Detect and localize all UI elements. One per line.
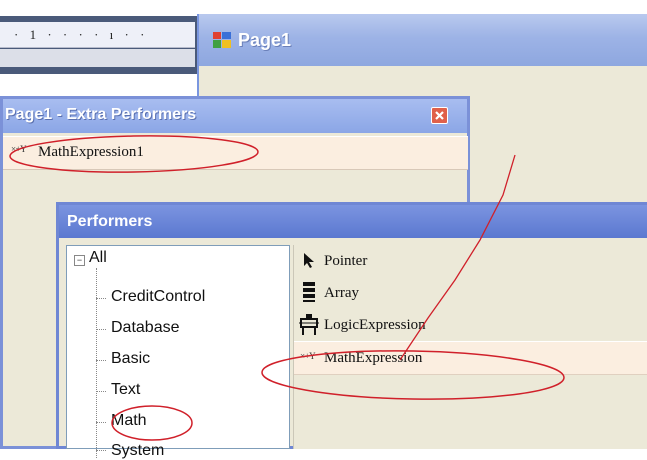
tree-item-creditcontrol[interactable]: CreditControl bbox=[111, 288, 205, 306]
tree-item-all[interactable]: All bbox=[89, 249, 107, 267]
page1-title: Page1 bbox=[238, 30, 292, 50]
performer-list[interactable]: Pointer Array LogicExpression ×+Y MathEx… bbox=[293, 245, 647, 449]
category-tree[interactable]: − All CreditControl Database Basic Text … bbox=[66, 245, 290, 459]
list-item[interactable]: ×+Y MathExpression1 bbox=[3, 136, 468, 170]
x+y-icon: ×+Y bbox=[11, 144, 27, 154]
tree-connector bbox=[96, 268, 97, 458]
array-icon bbox=[303, 282, 315, 302]
tree-item-text[interactable]: Text bbox=[111, 381, 140, 399]
collapse-icon[interactable]: − bbox=[74, 255, 85, 266]
list-item-label: MathExpression bbox=[324, 350, 423, 366]
logic-expression-icon bbox=[299, 314, 319, 335]
list-item-label: Array bbox=[324, 285, 359, 301]
performers-title-bar[interactable]: Performers bbox=[59, 205, 647, 238]
list-item-logicexpression[interactable]: LogicExpression bbox=[294, 309, 647, 341]
tree-item-system[interactable]: System bbox=[111, 442, 164, 460]
list-item-pointer[interactable]: Pointer bbox=[294, 245, 647, 277]
extra-performers-title-bar[interactable]: Page1 - Extra Performers bbox=[3, 99, 467, 133]
tree-item-math[interactable]: Math bbox=[111, 412, 147, 430]
list-item-label: MathExpression1 bbox=[38, 144, 144, 160]
close-icon[interactable] bbox=[431, 107, 448, 124]
list-item-label: LogicExpression bbox=[324, 317, 426, 333]
tree-item-basic[interactable]: Basic bbox=[111, 350, 150, 368]
document-ruler-area: · 1 · · · · ı · · bbox=[0, 16, 200, 74]
form-icon bbox=[213, 32, 231, 48]
performers-window[interactable]: Performers − All CreditControl Database … bbox=[56, 202, 647, 459]
extra-performers-title: Page1 - Extra Performers bbox=[5, 106, 197, 123]
page1-title-bar[interactable]: Page1 bbox=[199, 14, 647, 66]
performers-title: Performers bbox=[67, 213, 153, 230]
list-item-array[interactable]: Array bbox=[294, 277, 647, 309]
list-item-label: Pointer bbox=[324, 253, 368, 269]
tree-item-database[interactable]: Database bbox=[111, 319, 180, 337]
ruler-lower-strip bbox=[0, 49, 195, 67]
pointer-icon bbox=[304, 253, 314, 268]
list-item-mathexpression[interactable]: ×+Y MathExpression bbox=[294, 341, 647, 375]
horizontal-ruler[interactable]: · 1 · · · · ı · · bbox=[0, 22, 195, 48]
x+y-icon: ×+Y bbox=[300, 351, 316, 361]
